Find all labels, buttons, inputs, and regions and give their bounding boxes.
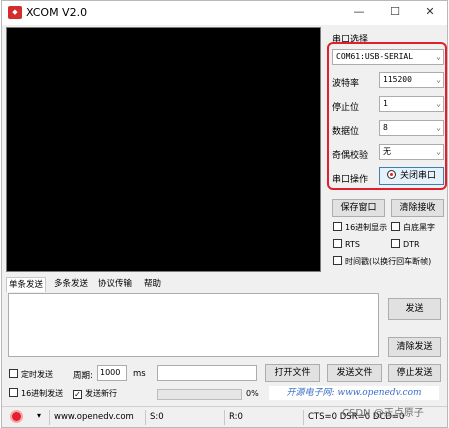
hex-send-checkbox[interactable]: 16进制发送 <box>9 388 63 399</box>
parity-value: 无 <box>383 147 391 156</box>
stopbits-label: 停止位 <box>332 103 360 113</box>
parity-label: 奇偶校验 <box>332 151 369 161</box>
xcom-window: ◆ XCOM V2.0 — ☐ ✕ 串口选择 COM61:USB-SERIAL … <box>1 0 448 428</box>
baud-select[interactable]: 115200 ⌄ <box>379 72 444 88</box>
period-input[interactable]: 1000 <box>97 365 127 381</box>
operation-label: 串口操作 <box>332 175 369 185</box>
port-select[interactable]: COM61:USB-SERIAL ⌄ <box>332 49 444 65</box>
tab-protocol[interactable]: 协议传输 <box>96 277 134 292</box>
baud-value: 115200 <box>383 75 412 84</box>
checkbox-box <box>333 256 342 265</box>
stopbits-value: 1 <box>383 99 388 108</box>
send-file-button[interactable]: 发送文件 <box>327 364 382 382</box>
save-window-button[interactable]: 保存窗口 <box>332 199 385 217</box>
send-button[interactable]: 发送 <box>388 298 441 320</box>
period-label: 周期: <box>73 371 93 381</box>
dtr-checkbox[interactable]: DTR <box>391 239 420 249</box>
status-url[interactable]: www.openedv.com <box>49 410 144 425</box>
checkbox-box <box>391 239 400 248</box>
period-unit: ms <box>133 369 146 379</box>
newline-send-label: 发送新行 <box>85 389 117 398</box>
chevron-down-icon: ⌄ <box>436 75 441 84</box>
checkbox-box <box>333 222 342 231</box>
parity-select[interactable]: 无 ⌄ <box>379 144 444 160</box>
chevron-down-icon: ⌄ <box>436 99 441 108</box>
tab-multi-send[interactable]: 多条发送 <box>52 277 90 292</box>
status-dropdown-icon[interactable]: ▾ <box>37 411 41 420</box>
rts-checkbox[interactable]: RTS <box>333 239 360 249</box>
send-textarea[interactable] <box>8 293 379 357</box>
chevron-down-icon: ⌄ <box>436 52 441 61</box>
file-path-input[interactable] <box>157 365 257 381</box>
rts-label: RTS <box>345 240 360 249</box>
dtr-label: DTR <box>403 240 420 249</box>
gear-icon[interactable] <box>10 410 23 423</box>
checkbox-box <box>333 239 342 248</box>
timestamp-checkbox[interactable]: 时间戳(以换行回车断帧) <box>333 256 431 267</box>
website-banner[interactable]: 开源电子网: www.openedv.com <box>269 386 439 400</box>
stopbits-select[interactable]: 1 ⌄ <box>379 96 444 112</box>
databits-select[interactable]: 8 ⌄ <box>379 120 444 136</box>
white-bg-checkbox[interactable]: 白底黑字 <box>391 222 435 233</box>
white-bg-label: 白底黑字 <box>403 223 435 232</box>
tab-help[interactable]: 帮助 <box>142 277 163 292</box>
checkbox-box <box>391 222 400 231</box>
checkbox-box <box>73 390 82 399</box>
checkbox-box <box>9 369 18 378</box>
databits-label: 数据位 <box>332 127 360 137</box>
stop-send-button[interactable]: 停止发送 <box>388 364 441 382</box>
timestamp-label: 时间戳(以换行回车断帧) <box>345 257 432 266</box>
window-title: XCOM V2.0 <box>26 6 88 19</box>
checkbox-box <box>9 388 18 397</box>
close-button[interactable]: ✕ <box>413 1 447 23</box>
hex-display-checkbox[interactable]: 16进制显示 <box>333 222 387 233</box>
timed-send-checkbox[interactable]: 定时发送 <box>9 369 53 380</box>
close-port-label: 关闭串口 <box>399 171 436 181</box>
minimize-button[interactable]: — <box>342 1 376 23</box>
timed-send-label: 定时发送 <box>21 370 53 379</box>
port-value: COM61:USB-SERIAL <box>336 52 414 61</box>
status-sent: S:0 <box>145 410 223 425</box>
progress-percent: 0% <box>246 389 259 398</box>
status-received: R:0 <box>224 410 302 425</box>
close-port-button[interactable]: 关闭串口 <box>379 167 444 185</box>
open-file-button[interactable]: 打开文件 <box>265 364 320 382</box>
chevron-down-icon: ⌄ <box>436 147 441 156</box>
tab-single-send[interactable]: 单条发送 <box>6 277 47 292</box>
csdn-watermark: CSDN @正点原子 <box>342 408 424 419</box>
clear-receive-button[interactable]: 清除接收 <box>391 199 444 217</box>
xcom-logo-icon: ◆ <box>8 6 22 19</box>
baud-label: 波特率 <box>332 79 360 89</box>
send-progress-bar <box>157 389 242 400</box>
chevron-down-icon: ⌄ <box>436 123 441 132</box>
hex-send-label: 16进制发送 <box>21 389 64 398</box>
databits-value: 8 <box>383 123 388 132</box>
clear-send-button[interactable]: 清除发送 <box>388 337 441 357</box>
title-bar: ◆ XCOM V2.0 — ☐ ✕ <box>2 1 447 25</box>
hex-display-label: 16进制显示 <box>345 223 388 232</box>
receive-terminal[interactable] <box>6 27 321 272</box>
port-status-icon <box>386 170 396 179</box>
newline-send-checkbox[interactable]: 发送新行 <box>73 388 117 399</box>
maximize-button[interactable]: ☐ <box>378 1 412 23</box>
